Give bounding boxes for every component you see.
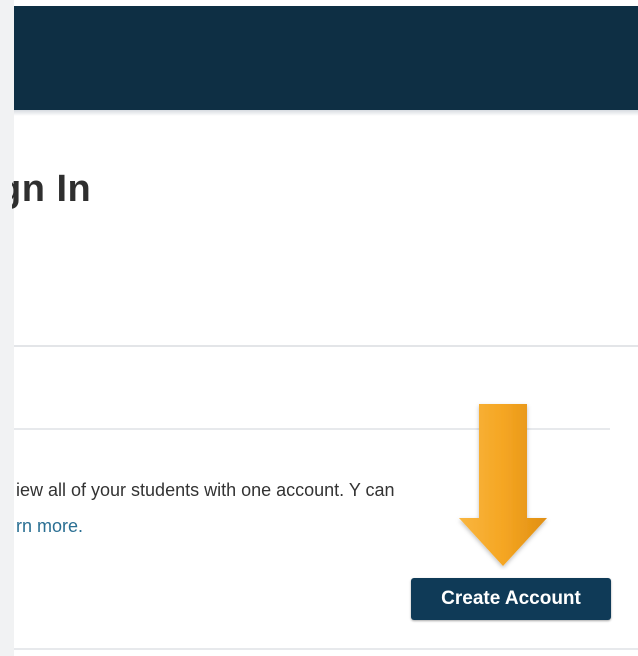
page-title: gn In	[12, 168, 92, 210]
create-account-button[interactable]: Create Account	[411, 578, 611, 620]
left-edge-strip	[0, 0, 14, 656]
section-divider	[14, 345, 638, 347]
learn-more-link[interactable]: rn more.	[16, 516, 83, 536]
bottom-divider	[14, 648, 638, 650]
top-navigation-bar	[14, 6, 638, 110]
down-arrow-icon	[459, 404, 547, 566]
screenshot-frame: gn In iew all of your students with one …	[0, 0, 638, 656]
